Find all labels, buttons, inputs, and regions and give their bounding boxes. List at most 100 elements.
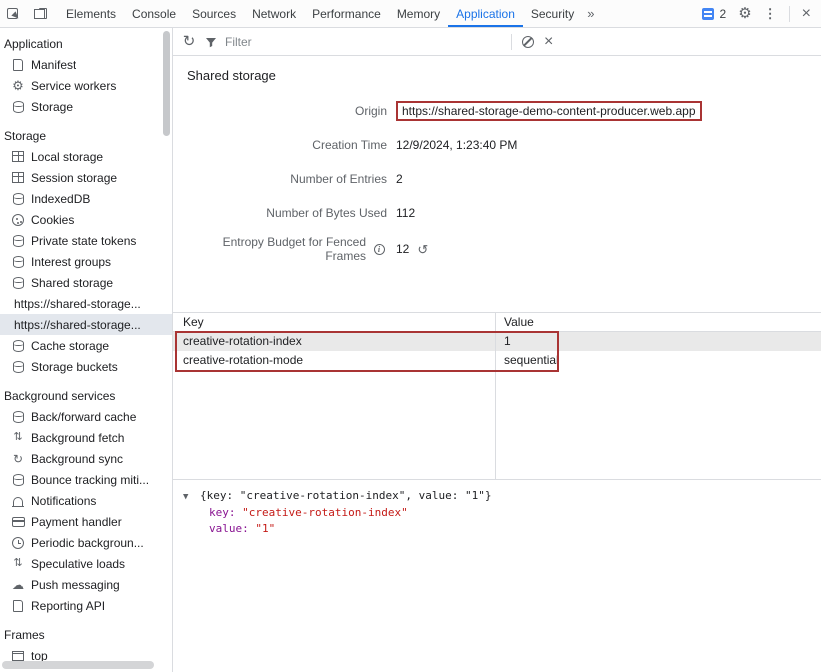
tab-network[interactable]: Network [244, 0, 304, 27]
creation-time-value: 12/9/2024, 1:23:40 PM [396, 138, 517, 152]
sidebar-item-shared-storage-origin-2-selected[interactable]: https://shared-storage... [0, 314, 172, 335]
sidebar-item-label: IndexedDB [31, 192, 90, 206]
entropy-budget-value: 12 [396, 242, 409, 256]
toolbar-divider [789, 6, 790, 22]
tab-console[interactable]: Console [124, 0, 184, 27]
sidebar-item-background-fetch[interactable]: Background fetch [0, 427, 172, 448]
sidebar-item-label: Storage buckets [31, 360, 118, 374]
table-row[interactable]: creative-rotation-index 1 [173, 332, 821, 351]
property-name: value: [209, 522, 249, 535]
sidebar-item-cache-storage[interactable]: Cache storage [0, 335, 172, 356]
sidebar-item-label: Storage [31, 100, 73, 114]
row-key: creative-rotation-mode [173, 351, 496, 370]
database-icon [10, 409, 26, 425]
sidebar-item-push-messaging[interactable]: Push messaging [0, 574, 172, 595]
sidebar-item-shared-storage[interactable]: Shared storage [0, 272, 172, 293]
section-title-frames[interactable]: Frames [0, 624, 172, 645]
field-number-of-entries: Number of Entries 2 [185, 167, 821, 191]
database-icon [10, 275, 26, 291]
field-label-text: Number of Bytes Used [266, 206, 387, 220]
field-origin: Origin https://shared-storage-demo-conte… [185, 99, 821, 123]
close-devtools-icon[interactable] [802, 6, 811, 22]
tab-memory[interactable]: Memory [389, 0, 448, 27]
row-key: creative-rotation-index [173, 332, 496, 351]
section-title-storage[interactable]: Storage [0, 125, 172, 146]
property-name: key: [209, 506, 236, 519]
sidebar-item-session-storage[interactable]: Session storage [0, 167, 172, 188]
sidebar-item-label: Cookies [31, 213, 74, 227]
cookie-icon [10, 212, 26, 228]
sidebar-item-back-forward-cache[interactable]: Back/forward cache [0, 406, 172, 427]
sidebar-item-cookies[interactable]: Cookies [0, 209, 172, 230]
sidebar-item-manifest[interactable]: Manifest [0, 54, 172, 75]
kebab-menu-icon[interactable] [764, 7, 777, 20]
property-value: "creative-rotation-index" [242, 506, 408, 519]
clock-icon [10, 535, 26, 551]
database-icon [10, 191, 26, 207]
settings-gear-icon[interactable] [738, 6, 751, 21]
sidebar-item-label: Service workers [31, 79, 116, 93]
sidebar-item-label: https://shared-storage... [14, 297, 141, 311]
sidebar-item-background-sync[interactable]: Background sync [0, 448, 172, 469]
sidebar-item-local-storage[interactable]: Local storage [0, 146, 172, 167]
sidebar-item-label: Notifications [31, 494, 96, 508]
metadata-report: Shared storage Origin https://shared-sto… [173, 56, 821, 312]
sidebar-item-label: Interest groups [31, 255, 111, 269]
database-icon [10, 99, 26, 115]
sidebar-item-label: Bounce tracking miti... [31, 473, 149, 487]
info-icon[interactable] [371, 241, 387, 257]
disclosure-triangle-icon[interactable] [183, 492, 188, 502]
tab-sources[interactable]: Sources [184, 0, 244, 27]
clear-block-icon[interactable] [520, 34, 536, 50]
sidebar-item-bounce-tracking-mitigations[interactable]: Bounce tracking miti... [0, 469, 172, 490]
datagrid-empty-area [173, 370, 821, 479]
sidebar-item-label: Payment handler [31, 515, 122, 529]
sidebar-item-label: Speculative loads [31, 557, 125, 571]
sidebar-horizontal-scrollbar[interactable] [2, 661, 154, 669]
service-worker-icon [10, 78, 26, 94]
sidebar-item-storage[interactable]: Storage [0, 96, 172, 117]
more-tabs-chevron-icon[interactable]: » [582, 0, 599, 27]
column-header-key: Key [173, 313, 496, 331]
console-messages-badge[interactable]: 2 [700, 6, 727, 22]
sidebar-item-reporting-api[interactable]: Reporting API [0, 595, 172, 616]
filter-input[interactable] [223, 34, 503, 50]
filter-box [205, 34, 503, 50]
field-label: Origin [185, 104, 387, 118]
inspect-element-icon[interactable] [4, 6, 20, 22]
tab-application[interactable]: Application [448, 0, 523, 27]
sidebar-item-payment-handler[interactable]: Payment handler [0, 511, 172, 532]
database-icon [10, 472, 26, 488]
device-toolbar-icon[interactable] [32, 6, 48, 22]
sidebar-item-shared-storage-origin-1[interactable]: https://shared-storage... [0, 293, 172, 314]
refresh-icon[interactable] [181, 34, 197, 50]
sidebar-item-private-state-tokens[interactable]: Private state tokens [0, 230, 172, 251]
delete-selected-icon[interactable] [544, 34, 553, 50]
up-down-arrows-icon [10, 430, 26, 446]
reset-budget-icon[interactable] [417, 243, 428, 256]
section-title-application[interactable]: Application [0, 33, 172, 54]
tab-bar-right-icons: 2 [700, 6, 815, 22]
sidebar-item-storage-buckets[interactable]: Storage buckets [0, 356, 172, 377]
preview-summary-line: {key: "creative-rotation-index", value: … [183, 488, 811, 505]
column-divider [495, 370, 496, 479]
tab-performance[interactable]: Performance [304, 0, 389, 27]
messages-icon [700, 6, 716, 22]
tab-security[interactable]: Security [523, 0, 582, 27]
sidebar-item-notifications[interactable]: Notifications [0, 490, 172, 511]
field-label: Creation Time [185, 138, 387, 152]
sidebar-item-indexeddb[interactable]: IndexedDB [0, 188, 172, 209]
sidebar-item-service-workers[interactable]: Service workers [0, 75, 172, 96]
property-value: "1" [255, 522, 275, 535]
sidebar-item-speculative-loads[interactable]: Speculative loads [0, 553, 172, 574]
field-value: 12/9/2024, 1:23:40 PM [396, 138, 517, 152]
sidebar-vertical-scrollbar[interactable] [163, 31, 170, 136]
panel-toolbar [173, 28, 821, 56]
sidebar-item-interest-groups[interactable]: Interest groups [0, 251, 172, 272]
section-title-background-services[interactable]: Background services [0, 385, 172, 406]
tab-elements[interactable]: Elements [58, 0, 124, 27]
field-label-text: Creation Time [312, 138, 387, 152]
sidebar-item-periodic-background-sync[interactable]: Periodic backgroun... [0, 532, 172, 553]
field-value: https://shared-storage-demo-content-prod… [396, 101, 702, 121]
table-row[interactable]: creative-rotation-mode sequential [173, 351, 821, 370]
